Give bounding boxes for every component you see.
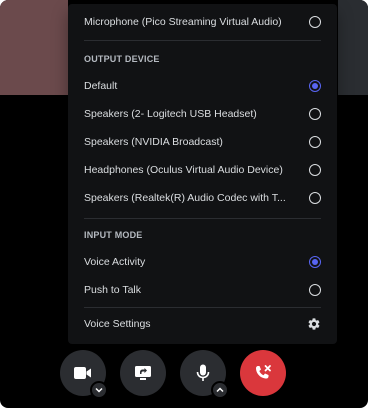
radio-unselected-icon[interactable]	[309, 136, 321, 148]
radio-unselected-icon[interactable]	[309, 16, 321, 28]
microphone-icon	[196, 364, 210, 381]
option-label: Voice Activity	[84, 256, 146, 268]
input-mode-option[interactable]: Push to Talk	[76, 276, 329, 304]
output-device-option[interactable]: Speakers (2- Logitech USB Headset)	[76, 100, 329, 128]
option-label: Speakers (NVIDIA Broadcast)	[84, 136, 223, 148]
gear-icon	[308, 318, 320, 330]
microphone-options-toggle[interactable]	[211, 381, 229, 399]
screen-share-button[interactable]	[120, 350, 166, 396]
chevron-down-icon	[95, 387, 103, 393]
input-device-option[interactable]: Microphone (Pico Streaming Virtual Audio…	[76, 8, 329, 36]
radio-unselected-icon[interactable]	[309, 192, 321, 204]
output-device-option[interactable]: Default	[76, 72, 329, 100]
radio-unselected-icon[interactable]	[309, 108, 321, 120]
radio-selected-icon[interactable]	[309, 256, 321, 268]
disconnect-button[interactable]	[240, 350, 286, 396]
participant-tile-left	[0, 0, 68, 95]
output-device-header: OUTPUT DEVICE	[84, 54, 160, 64]
audio-device-menu: Microphone (Pico Streaming Virtual Audio…	[68, 4, 337, 344]
option-label: Default	[84, 80, 118, 92]
option-label: Speakers (Realtek(R) Audio Codec with T.…	[84, 192, 286, 204]
video-camera-icon	[74, 367, 91, 379]
option-label: Headphones (Oculus Virtual Audio Device)	[84, 164, 283, 176]
option-label: Speakers (2- Logitech USB Headset)	[84, 108, 257, 120]
screen-share-icon	[135, 366, 151, 380]
menu-separator	[84, 40, 321, 41]
radio-unselected-icon[interactable]	[309, 164, 321, 176]
radio-unselected-icon[interactable]	[309, 284, 321, 296]
output-device-option[interactable]: Headphones (Oculus Virtual Audio Device)	[76, 156, 329, 184]
disconnect-call-icon	[256, 365, 271, 379]
voice-settings-item[interactable]: Voice Settings	[76, 310, 329, 338]
menu-separator	[84, 218, 321, 219]
radio-selected-icon[interactable]	[309, 80, 321, 92]
option-label: Push to Talk	[84, 284, 142, 296]
call-stage: Microphone (Pico Streaming Virtual Audio…	[0, 0, 368, 408]
participant-tile-right	[338, 0, 368, 95]
menu-separator	[84, 307, 321, 308]
voice-settings-label: Voice Settings	[84, 318, 151, 330]
camera-options-toggle[interactable]	[90, 381, 108, 399]
chevron-up-icon	[216, 387, 224, 393]
input-mode-header: INPUT MODE	[84, 230, 143, 240]
output-device-option[interactable]: Speakers (Realtek(R) Audio Codec with T.…	[76, 184, 329, 212]
option-label: Microphone (Pico Streaming Virtual Audio…	[84, 16, 282, 28]
input-mode-option[interactable]: Voice Activity	[76, 248, 329, 276]
output-device-option[interactable]: Speakers (NVIDIA Broadcast)	[76, 128, 329, 156]
